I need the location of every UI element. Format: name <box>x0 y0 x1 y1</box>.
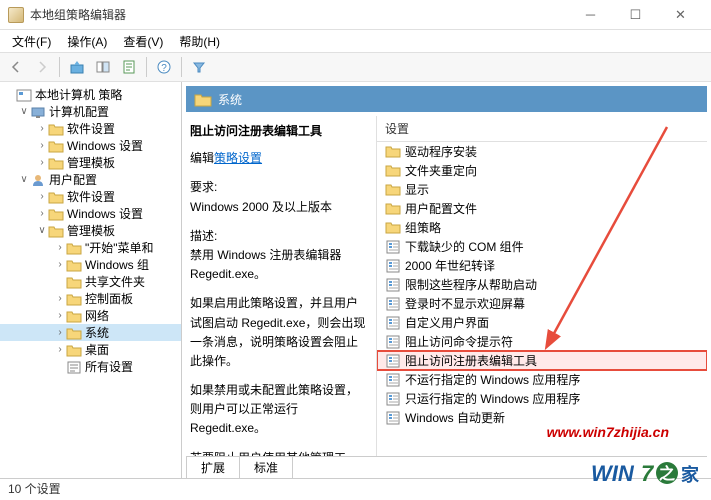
list-item[interactable]: 2000 年世纪转译 <box>377 256 707 275</box>
description-pane: 阻止访问注册表编辑工具 编辑策略设置 要求:Windows 2000 及以上版本… <box>186 116 376 456</box>
list-item[interactable]: 下载缺少的 COM 组件 <box>377 237 707 256</box>
setting-icon <box>385 315 401 331</box>
expander-icon[interactable]: ∨ <box>18 174 30 185</box>
filter-button[interactable] <box>187 55 211 79</box>
menu-file[interactable]: 文件(F) <box>4 31 59 52</box>
setting-icon <box>385 239 401 255</box>
app-icon <box>8 7 24 23</box>
setting-title: 阻止访问注册表编辑工具 <box>190 122 366 141</box>
tree-item[interactable]: ›Windows 设置 <box>0 137 181 154</box>
expander-icon[interactable]: › <box>36 123 48 134</box>
expander-icon[interactable]: › <box>54 344 66 355</box>
tree-item[interactable]: ›网络 <box>0 307 181 324</box>
toolbar: ? <box>0 52 711 82</box>
list-item[interactable]: 驱动程序安装 <box>377 142 707 161</box>
menu-help[interactable]: 帮助(H) <box>171 31 228 52</box>
list-item[interactable]: 组策略 <box>377 218 707 237</box>
folder-icon <box>385 220 401 236</box>
folder-icon <box>385 163 401 179</box>
list-item[interactable]: 只运行指定的 Windows 应用程序 <box>377 389 707 408</box>
list-item[interactable]: 不运行指定的 Windows 应用程序 <box>377 370 707 389</box>
export-button[interactable] <box>117 55 141 79</box>
tree-pane[interactable]: 本地计算机 策略 ∨计算机配置 ›软件设置 ›Windows 设置 ›管理模板 … <box>0 82 182 478</box>
list-item[interactable]: 文件夹重定向 <box>377 161 707 180</box>
list-item[interactable]: 显示 <box>377 180 707 199</box>
toolbar-separator <box>181 57 182 77</box>
folder-icon <box>385 182 401 198</box>
expander-icon[interactable]: › <box>54 310 66 321</box>
forward-button[interactable] <box>30 55 54 79</box>
list-item[interactable]: 限制这些程序从帮助启动 <box>377 275 707 294</box>
toolbar-separator <box>59 57 60 77</box>
list-item[interactable]: 阻止访问命令提示符 <box>377 332 707 351</box>
tree-item[interactable]: ›软件设置 <box>0 120 181 137</box>
setting-icon <box>385 391 401 407</box>
setting-icon <box>385 353 401 369</box>
list-item[interactable]: 用户配置文件 <box>377 199 707 218</box>
minimize-button[interactable]: ─ <box>568 1 613 29</box>
tree-user-config[interactable]: ∨用户配置 <box>0 171 181 188</box>
menu-view[interactable]: 查看(V) <box>115 31 171 52</box>
list-item[interactable]: Windows 自动更新 <box>377 408 707 427</box>
setting-icon <box>385 410 401 426</box>
list-item[interactable]: 登录时不显示欢迎屏幕 <box>377 294 707 313</box>
window-title: 本地组策略编辑器 <box>30 6 568 23</box>
tree-item[interactable]: ›管理模板 <box>0 154 181 171</box>
folder-icon <box>385 144 401 160</box>
expander-icon[interactable]: ∨ <box>36 225 48 236</box>
expander-icon[interactable]: › <box>36 191 48 202</box>
tree-item[interactable]: ›"开始"菜单和 <box>0 239 181 256</box>
list-item[interactable]: 自定义用户界面 <box>377 313 707 332</box>
toolbar-separator <box>146 57 147 77</box>
path-bar: 系统 <box>186 86 707 112</box>
expander-icon[interactable]: ∨ <box>18 106 30 117</box>
tree-item[interactable]: 共享文件夹 <box>0 273 181 290</box>
status-count: 10 个设置 <box>8 480 61 497</box>
close-button[interactable]: ✕ <box>658 1 703 29</box>
view-tabs: 扩展 标准 <box>186 456 707 478</box>
tree-item[interactable]: 所有设置 <box>0 358 181 375</box>
setting-icon <box>385 372 401 388</box>
expander-icon[interactable]: › <box>54 242 66 253</box>
menubar: 文件(F) 操作(A) 查看(V) 帮助(H) <box>0 30 711 52</box>
tree-item[interactable]: ∨管理模板 <box>0 222 181 239</box>
expander-icon[interactable]: › <box>54 293 66 304</box>
tree-item[interactable]: ›桌面 <box>0 341 181 358</box>
path-label: 系统 <box>218 91 242 108</box>
expander-icon[interactable]: › <box>36 208 48 219</box>
show-hide-tree-button[interactable] <box>91 55 115 79</box>
folder-icon <box>385 201 401 217</box>
expander-icon[interactable]: › <box>36 157 48 168</box>
setting-icon <box>385 258 401 274</box>
tree-item[interactable]: ›Windows 组 <box>0 256 181 273</box>
expander-icon[interactable]: › <box>54 327 66 338</box>
menu-action[interactable]: 操作(A) <box>59 31 115 52</box>
tab-standard[interactable]: 标准 <box>239 457 293 479</box>
tree-item[interactable]: ›控制面板 <box>0 290 181 307</box>
tab-extended[interactable]: 扩展 <box>186 457 240 479</box>
settings-list[interactable]: 设置 驱动程序安装文件夹重定向显示用户配置文件组策略下载缺少的 COM 组件20… <box>376 116 707 456</box>
tree-item[interactable]: ›Windows 设置 <box>0 205 181 222</box>
list-item[interactable]: 阻止访问注册表编辑工具 <box>377 351 707 370</box>
setting-icon <box>385 334 401 350</box>
details-pane: 系统 阻止访问注册表编辑工具 编辑策略设置 要求:Windows 2000 及以… <box>182 82 711 478</box>
help-button[interactable]: ? <box>152 55 176 79</box>
tree-root[interactable]: 本地计算机 策略 <box>0 86 181 103</box>
svg-text:?: ? <box>161 63 167 74</box>
maximize-button[interactable]: ☐ <box>613 1 658 29</box>
edit-policy-link[interactable]: 策略设置 <box>214 151 262 165</box>
tree-item-system[interactable]: ›系统 <box>0 324 181 341</box>
setting-icon <box>385 277 401 293</box>
status-bar: 10 个设置 <box>0 478 711 498</box>
up-button[interactable] <box>65 55 89 79</box>
tree-item[interactable]: ›软件设置 <box>0 188 181 205</box>
setting-icon <box>385 296 401 312</box>
tree-computer-config[interactable]: ∨计算机配置 <box>0 103 181 120</box>
expander-icon[interactable]: › <box>36 140 48 151</box>
back-button[interactable] <box>4 55 28 79</box>
list-header[interactable]: 设置 <box>377 116 707 142</box>
expander-icon[interactable]: › <box>54 259 66 270</box>
